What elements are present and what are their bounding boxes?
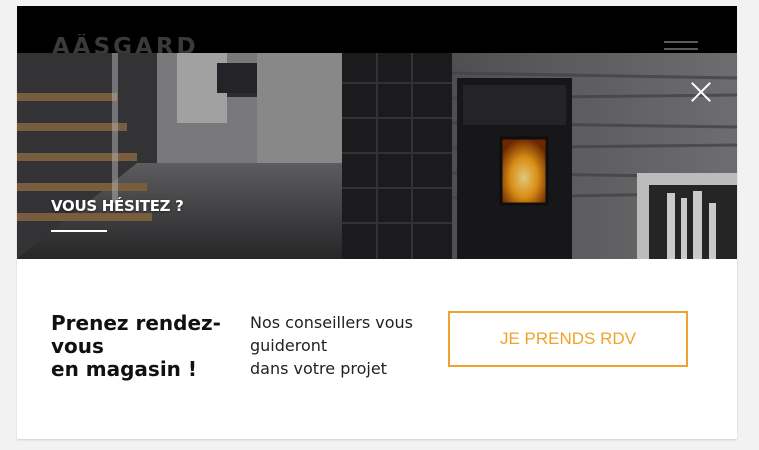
cta-heading-line1: Prenez rendez-vous [51,311,221,358]
cta-subtext-line1: Nos conseillers vous guideront [250,313,413,355]
cta-subtext-line2: dans votre projet [250,359,387,378]
hero-image: VOUS HÉSITEZ ? [17,53,737,259]
cta-heading: Prenez rendez-vous en magasin ! [51,312,251,381]
book-appointment-button[interactable]: JE PRENDS RDV [448,311,688,367]
cta-subtext: Nos conseillers vous guideront dans votr… [250,311,450,380]
close-icon[interactable] [690,81,712,103]
hero-title: VOUS HÉSITEZ ? [51,197,184,215]
appointment-popup: VOUS HÉSITEZ ? Prenez rendez-vous en mag… [17,53,737,439]
cta-heading-line2: en magasin ! [51,357,197,381]
site-logo: AÄSGARD [52,34,199,53]
stove-interior-photo [17,53,737,259]
hero-underline [51,230,107,232]
